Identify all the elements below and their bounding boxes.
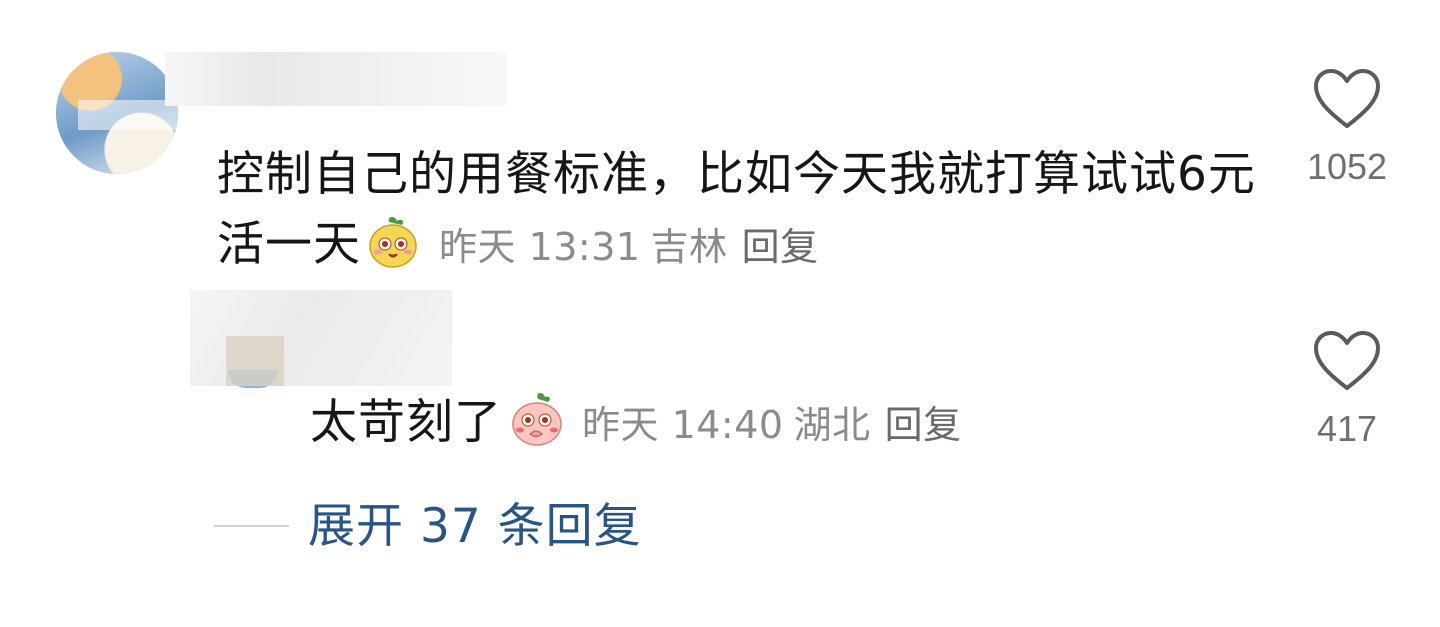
comment-location: 吉林 bbox=[650, 225, 728, 269]
reply-like[interactable]: 417 bbox=[1277, 330, 1417, 450]
reply-meta: 昨天 14:40 湖北 回复 bbox=[576, 403, 962, 447]
comment-like-count: 1052 bbox=[1306, 146, 1388, 187]
comment-time: 昨天 13:31 bbox=[439, 225, 641, 269]
peach-shy-emoji-icon bbox=[508, 390, 566, 448]
expand-divider bbox=[214, 525, 289, 527]
avatar-blur bbox=[78, 100, 178, 130]
comment-avatar[interactable] bbox=[56, 52, 178, 174]
comment-like[interactable]: 1052 bbox=[1277, 68, 1417, 188]
comment-reply-button[interactable]: 回复 bbox=[742, 225, 819, 269]
heart-icon[interactable] bbox=[1312, 330, 1382, 392]
reply-like-count: 417 bbox=[1316, 408, 1378, 449]
mango-smile-emoji-icon bbox=[365, 214, 421, 270]
reply-avatar-blur bbox=[226, 336, 284, 386]
reply-text: 太苛刻了 bbox=[310, 395, 502, 450]
reply-reply-button[interactable]: 回复 bbox=[885, 403, 962, 447]
comment-meta: 昨天 13:31 吉林 回复 bbox=[433, 225, 819, 269]
reply-location: 湖北 bbox=[793, 403, 871, 447]
reply-body: 太苛刻了 昨天 14:40 湖北 回复 bbox=[310, 388, 962, 460]
comment-username-redacted bbox=[165, 52, 507, 106]
expand-replies-button[interactable]: 展开 37 条回复 bbox=[308, 497, 642, 557]
heart-icon[interactable] bbox=[1312, 68, 1382, 130]
comment-body: 控制自己的用餐标准，比如今天我就打算试试6元活一天 昨天 13:31 吉林 回复 bbox=[217, 140, 1257, 282]
reply-time: 昨天 14:40 bbox=[582, 403, 784, 447]
